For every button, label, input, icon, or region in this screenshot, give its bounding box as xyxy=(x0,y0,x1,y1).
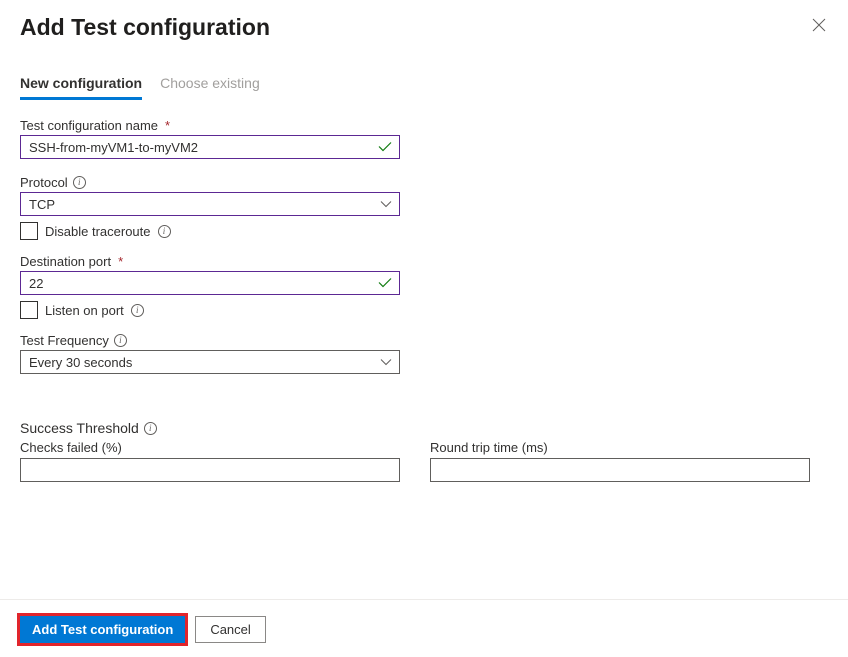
listen-on-port-checkbox[interactable] xyxy=(20,301,38,319)
col-round-trip: Round trip time (ms) xyxy=(430,440,810,482)
success-threshold-heading: Success Threshold i xyxy=(20,420,828,436)
label-text: Protocol xyxy=(20,175,68,190)
select-wrap: Every 30 seconds xyxy=(20,350,400,374)
disable-traceroute-row: Disable traceroute i xyxy=(20,222,828,240)
info-icon[interactable]: i xyxy=(144,422,157,435)
test-config-name-input[interactable] xyxy=(20,135,400,159)
tab-new-configuration[interactable]: New configuration xyxy=(20,75,142,100)
disable-traceroute-label: Disable traceroute xyxy=(45,224,151,239)
round-trip-input[interactable] xyxy=(430,458,810,482)
field-destination-port: Destination port * Listen on port i xyxy=(20,254,828,319)
listen-on-port-row: Listen on port i xyxy=(20,301,828,319)
field-test-frequency: Test Frequency i Every 30 seconds xyxy=(20,333,828,374)
panel-header: Add Test configuration xyxy=(20,10,828,41)
threshold-columns: Checks failed (%) Round trip time (ms) xyxy=(20,440,828,482)
heading-text: Success Threshold xyxy=(20,420,139,436)
test-frequency-select[interactable]: Every 30 seconds xyxy=(20,350,400,374)
label-checks-failed: Checks failed (%) xyxy=(20,440,400,455)
test-frequency-value: Every 30 seconds xyxy=(29,355,132,370)
field-protocol: Protocol i TCP Disable traceroute i xyxy=(20,175,828,240)
listen-on-port-label: Listen on port xyxy=(45,303,124,318)
add-test-configuration-button[interactable]: Add Test configuration xyxy=(20,616,185,643)
footer: Add Test configuration Cancel xyxy=(0,599,848,643)
label-destination-port: Destination port * xyxy=(20,254,828,269)
disable-traceroute-checkbox[interactable] xyxy=(20,222,38,240)
tabs: New configuration Choose existing xyxy=(20,75,828,100)
cancel-button[interactable]: Cancel xyxy=(195,616,265,643)
info-icon[interactable]: i xyxy=(73,176,86,189)
select-wrap: TCP xyxy=(20,192,400,216)
label-text: Test Frequency xyxy=(20,333,109,348)
input-wrap xyxy=(20,135,400,159)
info-icon[interactable]: i xyxy=(158,225,171,238)
protocol-select[interactable]: TCP xyxy=(20,192,400,216)
label-test-config-name: Test configuration name * xyxy=(20,118,828,133)
panel-title: Add Test configuration xyxy=(20,14,270,41)
info-icon[interactable]: i xyxy=(114,334,127,347)
required-marker: * xyxy=(118,254,123,269)
tab-choose-existing[interactable]: Choose existing xyxy=(160,75,260,100)
label-text: Destination port xyxy=(20,254,111,269)
checks-failed-input[interactable] xyxy=(20,458,400,482)
label-round-trip: Round trip time (ms) xyxy=(430,440,810,455)
col-checks-failed: Checks failed (%) xyxy=(20,440,400,482)
protocol-value: TCP xyxy=(29,197,55,212)
label-test-frequency: Test Frequency i xyxy=(20,333,828,348)
form: Test configuration name * Protocol i TCP xyxy=(20,118,828,482)
close-icon[interactable] xyxy=(812,18,828,34)
required-marker: * xyxy=(165,118,170,133)
destination-port-input[interactable] xyxy=(20,271,400,295)
input-wrap xyxy=(20,271,400,295)
label-text: Test configuration name xyxy=(20,118,158,133)
info-icon[interactable]: i xyxy=(131,304,144,317)
label-protocol: Protocol i xyxy=(20,175,828,190)
add-test-config-panel: Add Test configuration New configuration… xyxy=(0,0,848,657)
field-test-config-name: Test configuration name * xyxy=(20,118,828,159)
